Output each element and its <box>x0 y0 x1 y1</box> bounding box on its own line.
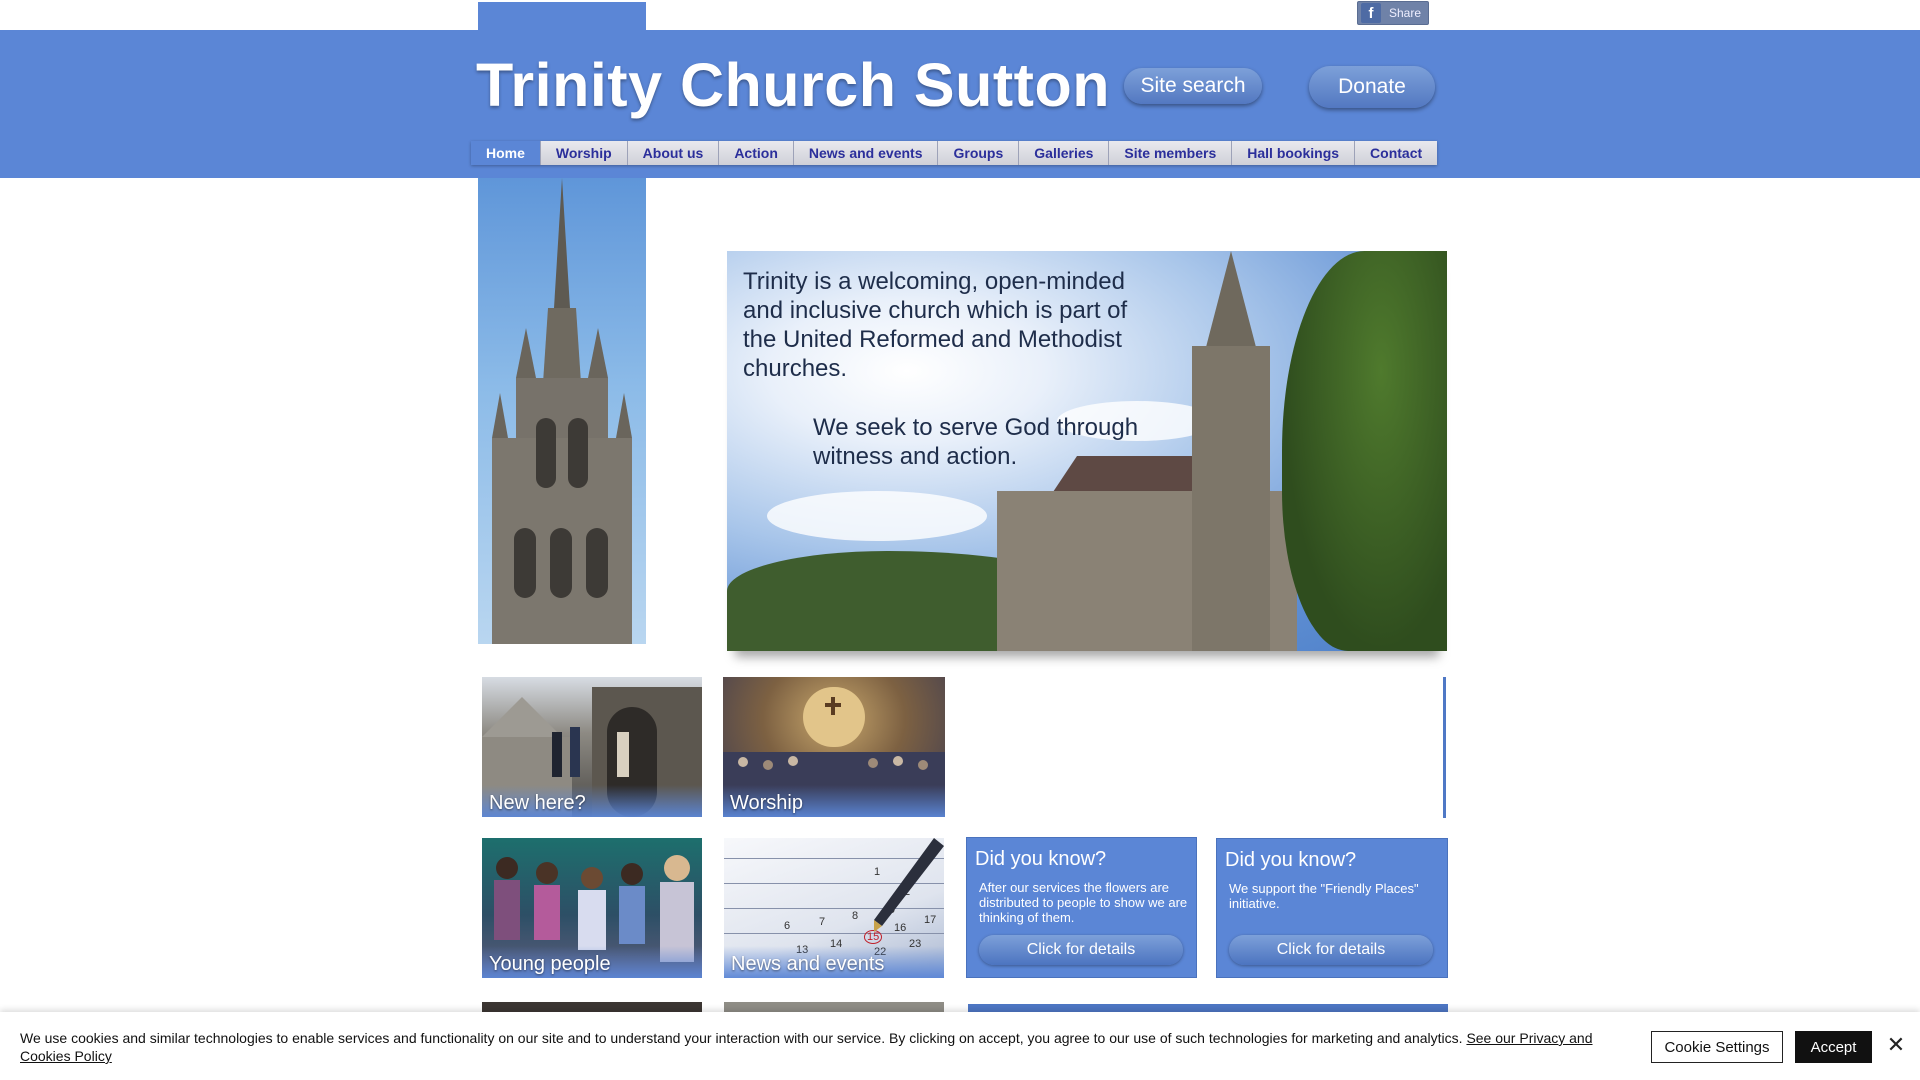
donate-button[interactable]: Donate <box>1309 66 1435 108</box>
nav-item-news-and-events[interactable]: News and events <box>793 141 939 165</box>
nav-item-galleries[interactable]: Galleries <box>1019 141 1110 165</box>
hero-church-tower <box>1192 346 1270 651</box>
cookie-message: We use cookies and similar technologies … <box>20 1029 1610 1065</box>
nav-item-action[interactable]: Action <box>719 141 794 165</box>
facebook-icon: f <box>1361 3 1381 23</box>
click-for-details-button[interactable]: Click for details <box>979 935 1183 965</box>
close-icon[interactable]: ✕ <box>1884 1032 1908 1057</box>
cookie-message-text: We use cookies and similar technologies … <box>20 1030 1463 1046</box>
hero-trees-right <box>1282 251 1447 651</box>
vertical-divider <box>1443 677 1446 818</box>
accept-button[interactable]: Accept <box>1795 1031 1872 1063</box>
nav-item-home[interactable]: Home <box>471 141 541 165</box>
hero-banner: Trinity is a welcoming, open-minded and … <box>727 251 1447 651</box>
nav-item-worship[interactable]: Worship <box>540 141 628 165</box>
did-you-know-flowers: Did you know? After our services the flo… <box>966 837 1197 978</box>
news-and-events-label: News and events <box>731 953 885 975</box>
nav-item-groups[interactable]: Groups <box>938 141 1020 165</box>
hero-cloud <box>767 491 987 541</box>
hero-intro-text: Trinity is a welcoming, open-minded and … <box>743 268 1128 382</box>
main-nav: Home Worship About us Action News and ev… <box>471 141 1438 165</box>
facebook-share-button[interactable]: f Share <box>1357 1 1429 25</box>
did-you-know-text: We support the "Friendly Places" initiat… <box>1229 881 1419 911</box>
nav-item-contact[interactable]: Contact <box>1355 141 1438 165</box>
site-search-button[interactable]: Site search <box>1124 68 1262 104</box>
did-you-know-title: Did you know? <box>975 848 1107 870</box>
cookie-settings-button[interactable]: Cookie Settings <box>1651 1031 1783 1063</box>
nav-item-about-us[interactable]: About us <box>627 141 720 165</box>
nav-item-site-members[interactable]: Site members <box>1109 141 1233 165</box>
did-you-know-friendly-places: Did you know? We support the "Friendly P… <box>1216 838 1448 978</box>
worship-label: Worship <box>730 792 803 814</box>
did-you-know-title: Did you know? <box>1225 849 1357 871</box>
site-title[interactable]: Trinity Church Sutton <box>476 50 1110 120</box>
news-and-events-tile[interactable]: 1 2 6 7 8 9 13 14 15 16 17 22 23 News an… <box>724 838 944 978</box>
new-here-label: New here? <box>489 792 586 814</box>
young-people-label: Young people <box>489 953 611 975</box>
church-spire-image <box>492 178 632 644</box>
nav-item-hall-bookings[interactable]: Hall bookings <box>1232 141 1356 165</box>
hero-mission-text: We seek to serve God through witness and… <box>813 414 1139 470</box>
worship-tile[interactable]: Worship <box>723 677 945 817</box>
share-label: Share <box>1389 6 1422 20</box>
click-for-details-button[interactable]: Click for details <box>1229 935 1433 965</box>
did-you-know-text: After our services the flowers are distr… <box>979 880 1188 925</box>
cookie-banner: We use cookies and similar technologies … <box>0 1012 1920 1080</box>
new-here-tile[interactable]: New here? <box>482 677 702 817</box>
young-people-tile[interactable]: Young people <box>482 838 702 978</box>
